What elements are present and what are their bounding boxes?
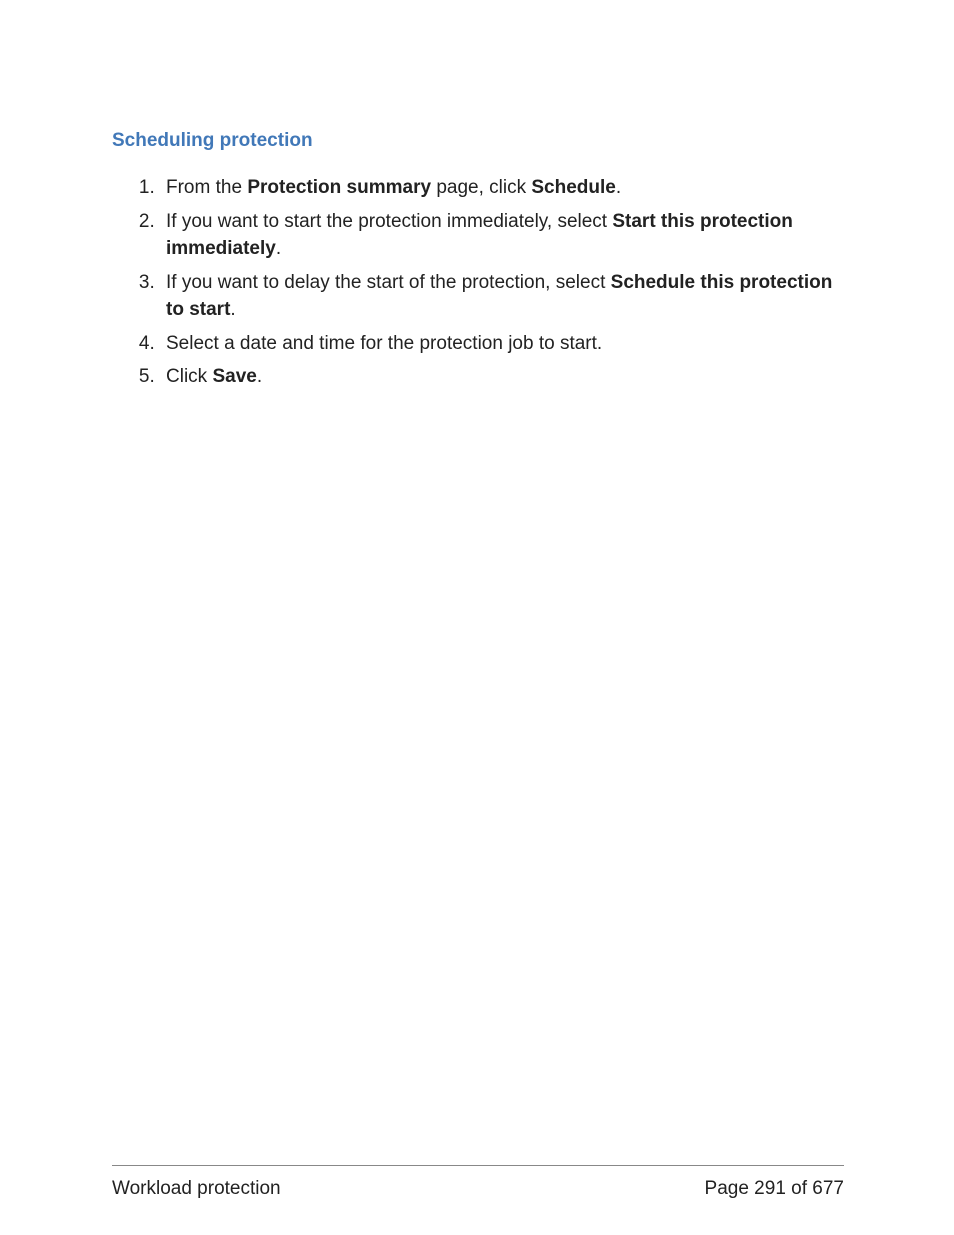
step-5: Click Save. (160, 363, 844, 391)
step-1: From the Protection summary page, click … (160, 174, 844, 202)
step-text: From the (166, 177, 247, 198)
step-3: If you want to delay the start of the pr… (160, 269, 844, 324)
step-text: . (230, 299, 235, 320)
ui-term: Save (212, 366, 256, 387)
step-2: If you want to start the protection imme… (160, 208, 844, 263)
step-text: Click (166, 366, 212, 387)
footer-page-number: Page 291 of 677 (705, 1178, 844, 1200)
step-text: . (257, 366, 262, 387)
footer-row: Workload protection Page 291 of 677 (112, 1178, 844, 1200)
step-text: If you want to start the protection imme… (166, 211, 612, 232)
footer-section-title: Workload protection (112, 1178, 281, 1200)
step-text: page, click (431, 177, 531, 198)
step-text: . (616, 177, 621, 198)
step-4: Select a date and time for the protectio… (160, 330, 844, 358)
footer-divider (112, 1165, 844, 1166)
ui-term: Schedule (531, 177, 615, 198)
steps-list: From the Protection summary page, click … (112, 174, 844, 391)
ui-term: Protection summary (247, 177, 431, 198)
section-heading: Scheduling protection (112, 130, 844, 152)
step-text: . (276, 238, 281, 259)
step-text: If you want to delay the start of the pr… (166, 272, 611, 293)
document-page: Scheduling protection From the Protectio… (0, 0, 954, 1235)
step-text: Select a date and time for the protectio… (166, 333, 602, 354)
page-footer: Workload protection Page 291 of 677 (112, 1165, 844, 1200)
